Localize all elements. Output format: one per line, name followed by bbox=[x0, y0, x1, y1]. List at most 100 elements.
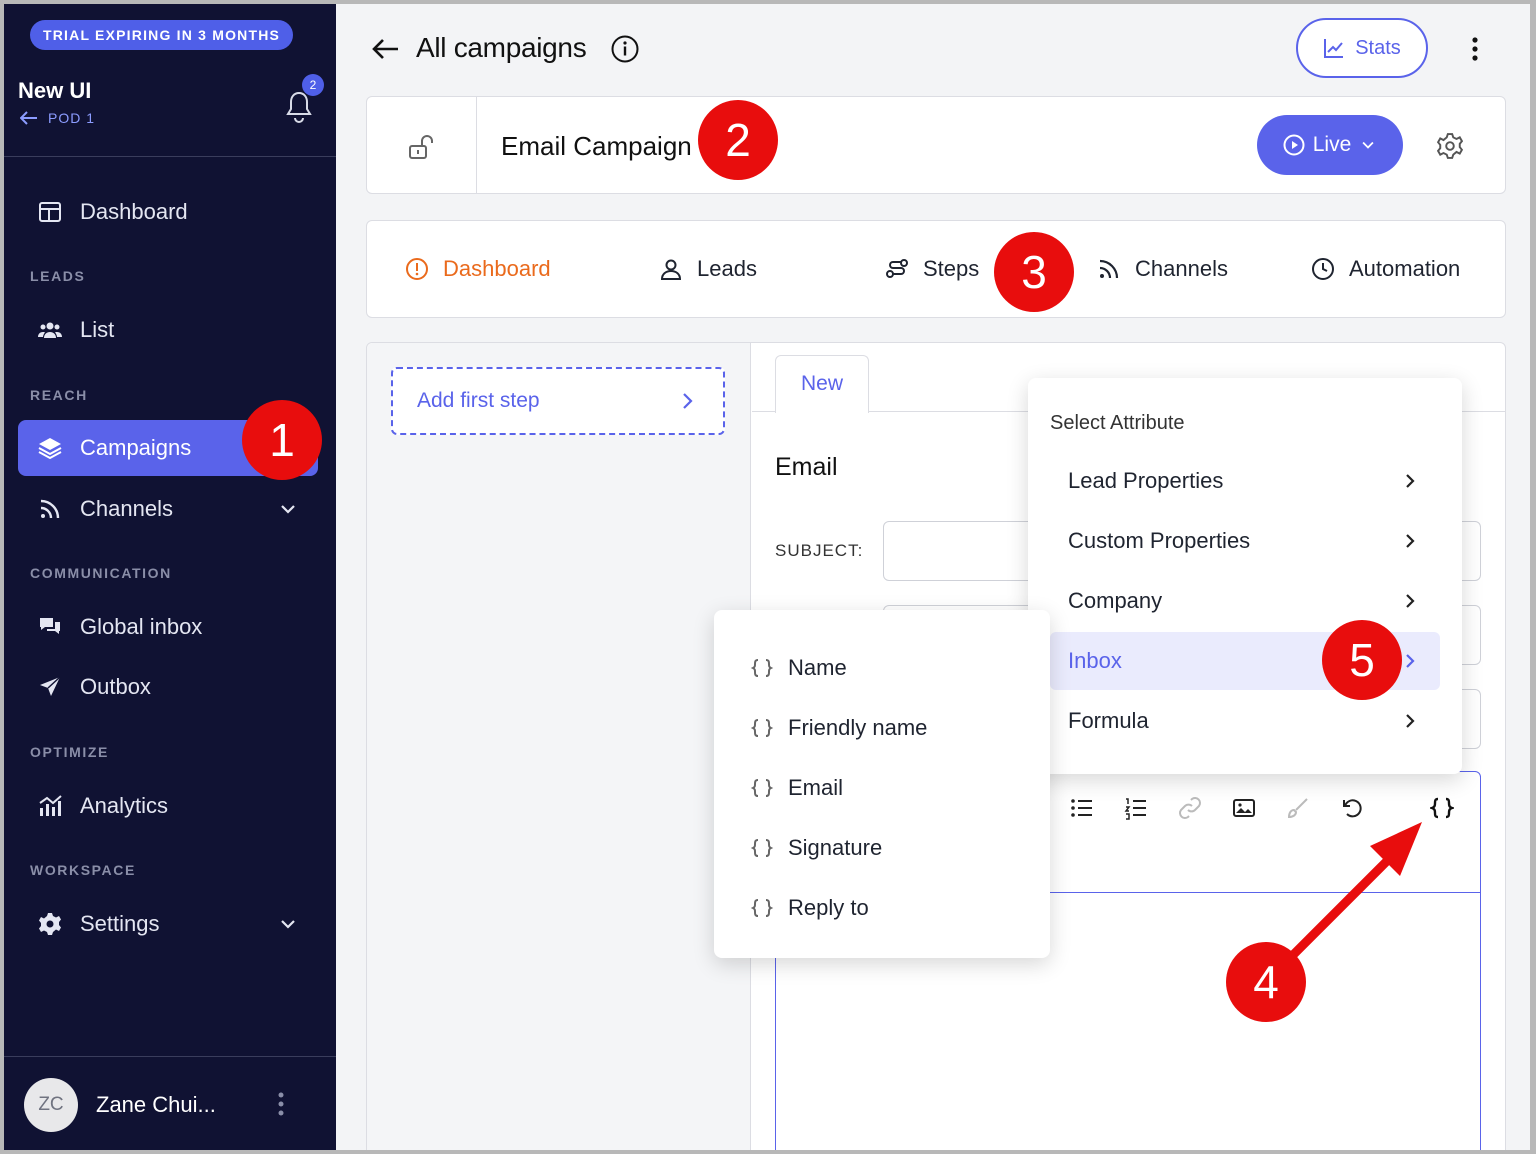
link-icon[interactable] bbox=[1178, 796, 1202, 820]
sidebar-item-dashboard[interactable]: Dashboard bbox=[18, 184, 318, 240]
status-label: Live bbox=[1312, 133, 1352, 156]
lock-toggle[interactable] bbox=[367, 97, 477, 193]
tab-automation[interactable]: Automation bbox=[1311, 221, 1460, 317]
inbox-attr-label: Reply to bbox=[788, 895, 869, 920]
sidebar-item-label: Outbox bbox=[80, 674, 151, 699]
dashboard-icon bbox=[39, 202, 61, 222]
annotation-badge-4: 4 bbox=[1226, 942, 1306, 1022]
inbox-attr-label: Name bbox=[788, 655, 847, 680]
chevron-down-icon bbox=[1362, 141, 1374, 149]
send-icon bbox=[40, 676, 61, 696]
chevron-right-icon bbox=[1406, 534, 1415, 548]
inbox-attr-email[interactable]: Email bbox=[750, 770, 843, 806]
tab-channels[interactable]: Channels bbox=[1097, 221, 1228, 317]
status-dropdown-button[interactable]: Live bbox=[1257, 115, 1403, 175]
section-label-optimize: OPTIMIZE bbox=[30, 744, 109, 760]
chevron-down-icon[interactable] bbox=[278, 914, 298, 934]
chat-icon bbox=[40, 618, 60, 634]
inbox-attr-signature[interactable]: Signature bbox=[750, 830, 882, 866]
attribute-item-custom-properties[interactable]: Custom Properties bbox=[1050, 512, 1440, 570]
numbered-list-icon[interactable] bbox=[1124, 796, 1148, 820]
variable-braces-icon bbox=[750, 839, 774, 857]
sidebar-item-settings[interactable]: Settings bbox=[18, 896, 318, 952]
add-step-label: Add first step bbox=[417, 389, 540, 412]
sidebar-item-outbox[interactable]: Outbox bbox=[18, 659, 318, 715]
sidebar-divider bbox=[4, 1056, 336, 1057]
attribute-item-company[interactable]: Company bbox=[1050, 572, 1440, 630]
attribute-item-label: Formula bbox=[1068, 708, 1149, 733]
tab-new-variant[interactable]: New bbox=[775, 355, 869, 413]
sidebar-item-list[interactable]: List bbox=[18, 302, 318, 358]
trial-badge[interactable]: TRIAL EXPIRING IN 3 MONTHS bbox=[30, 20, 294, 50]
sidebar-item-global-inbox[interactable]: Global inbox bbox=[18, 599, 318, 655]
more-vertical-icon[interactable] bbox=[1468, 34, 1482, 64]
chevron-right-icon bbox=[683, 393, 693, 409]
back-arrow-icon[interactable] bbox=[370, 34, 400, 64]
sidebar-item-analytics[interactable]: Analytics bbox=[18, 778, 318, 834]
avatar[interactable]: ZC bbox=[24, 1078, 78, 1132]
rss-icon bbox=[1099, 259, 1119, 279]
chevron-right-icon bbox=[1406, 654, 1415, 668]
bullet-list-icon[interactable] bbox=[1070, 796, 1094, 820]
chevron-down-icon[interactable] bbox=[278, 499, 298, 519]
inbox-attr-name[interactable]: Name bbox=[750, 650, 847, 686]
campaign-tabs: Dashboard Leads Steps Channels Automatio… bbox=[366, 220, 1506, 318]
more-vertical-icon[interactable] bbox=[274, 1090, 288, 1118]
sidebar-item-label: Settings bbox=[80, 911, 160, 936]
arrow-left-icon bbox=[20, 111, 37, 125]
tab-label: Automation bbox=[1349, 256, 1461, 281]
sidebar: TRIAL EXPIRING IN 3 MONTHS New UI POD 1 … bbox=[4, 4, 336, 1150]
sidebar-item-label: Analytics bbox=[80, 793, 169, 818]
annotation-badge-5: 5 bbox=[1322, 620, 1402, 700]
attribute-item-label: Company bbox=[1068, 588, 1163, 613]
variable-braces-icon bbox=[750, 719, 774, 737]
sidebar-divider bbox=[4, 156, 336, 157]
gear-icon[interactable] bbox=[1437, 133, 1463, 159]
section-label-reach: REACH bbox=[30, 387, 88, 403]
inbox-attr-reply-to[interactable]: Reply to bbox=[750, 890, 869, 926]
tab-leads[interactable]: Leads bbox=[659, 221, 757, 317]
annotation-badge-1: 1 bbox=[242, 400, 322, 480]
tab-label: Channels bbox=[1135, 256, 1228, 281]
variable-braces-icon bbox=[750, 779, 774, 797]
sidebar-item-label: Dashboard bbox=[80, 199, 188, 224]
stats-button[interactable]: Stats bbox=[1296, 18, 1428, 78]
page-title: All campaigns bbox=[416, 32, 587, 63]
chart-line-icon bbox=[1324, 39, 1344, 58]
play-circle-icon bbox=[1283, 134, 1305, 156]
add-first-step-button[interactable]: Add first step bbox=[391, 367, 725, 435]
sidebar-item-label: Channels bbox=[80, 496, 173, 521]
annotation-badge-3: 3 bbox=[994, 232, 1074, 312]
workspace-sub-label: POD 1 bbox=[48, 110, 96, 126]
stats-button-label: Stats bbox=[1355, 36, 1401, 59]
unlock-icon bbox=[409, 135, 433, 159]
tab-label: Leads bbox=[697, 256, 757, 281]
workspace-back-link[interactable]: POD 1 bbox=[20, 110, 95, 126]
image-icon[interactable] bbox=[1232, 796, 1256, 820]
workspace-name: New UI bbox=[18, 78, 92, 103]
user-icon bbox=[660, 259, 682, 280]
attribute-item-formula[interactable]: Formula bbox=[1050, 692, 1440, 750]
user-name[interactable]: Zane Chui... bbox=[96, 1092, 216, 1118]
variable-braces-icon bbox=[750, 659, 774, 677]
tab-steps[interactable]: Steps bbox=[885, 221, 979, 317]
inbox-attr-friendly-name[interactable]: Friendly name bbox=[750, 710, 927, 746]
chevron-right-icon bbox=[1406, 594, 1415, 608]
attribute-item-lead-properties[interactable]: Lead Properties bbox=[1050, 452, 1440, 510]
variable-braces-icon bbox=[750, 899, 774, 917]
email-heading: Email bbox=[775, 453, 838, 481]
users-icon bbox=[38, 322, 62, 338]
clock-icon bbox=[1312, 258, 1334, 280]
sidebar-item-channels[interactable]: Channels bbox=[18, 481, 318, 537]
sidebar-item-label: Campaigns bbox=[80, 435, 192, 460]
tab-label: Steps bbox=[923, 256, 980, 281]
campaign-name[interactable]: Email Campaign bbox=[501, 131, 692, 162]
inbox-attr-label: Friendly name bbox=[788, 715, 928, 740]
section-label-leads: LEADS bbox=[30, 268, 86, 284]
gear-icon bbox=[39, 913, 61, 935]
attribute-item-label: Inbox bbox=[1068, 648, 1122, 673]
tab-dashboard[interactable]: Dashboard bbox=[405, 221, 551, 317]
info-icon[interactable] bbox=[610, 34, 640, 64]
attribute-menu-title: Select Attribute bbox=[1050, 412, 1185, 434]
section-label-workspace: WORKSPACE bbox=[30, 862, 136, 878]
